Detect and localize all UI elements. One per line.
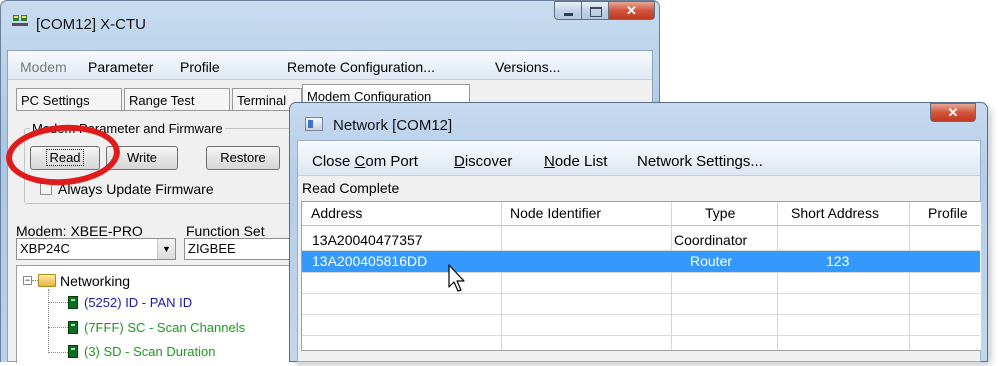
menu-node-list-accel: N: [544, 153, 555, 170]
network-window-icon: [305, 117, 323, 131]
column-header-profile[interactable]: Profile: [928, 203, 968, 225]
menu-remote-configuration[interactable]: Remote Configuration...: [287, 59, 435, 75]
xctu-menubar: Modem Parameter Profile Remote Configura…: [8, 51, 652, 80]
table-header-divider: [302, 225, 980, 226]
minimize-button[interactable]: [554, 1, 582, 20]
menu-network-settings-label: Network Settings...: [637, 153, 763, 170]
tab-pc-settings[interactable]: PC Settings: [16, 88, 122, 110]
maximize-button[interactable]: [582, 1, 609, 20]
cell-type: Coordinator: [674, 232, 748, 248]
table-column-divider: [671, 202, 672, 350]
column-header-short-address[interactable]: Short Address: [791, 203, 879, 225]
table-row-divider: [302, 335, 980, 336]
maximize-icon: [590, 7, 602, 17]
column-header-address[interactable]: Address: [311, 203, 362, 225]
tree-guide-line: [48, 302, 68, 303]
column-header-type[interactable]: Type: [705, 203, 735, 225]
menu-modem[interactable]: Modem: [20, 59, 67, 75]
xctu-window-controls: ✕: [554, 1, 655, 21]
cell-type: Router: [690, 253, 733, 269]
chevron-down-icon: ▼: [157, 239, 175, 259]
close-icon: ✕: [947, 104, 959, 120]
menu-close-com-port-accel: C: [354, 153, 366, 170]
function-set-label: Function Set: [186, 223, 265, 239]
table-row-divider: [302, 272, 980, 273]
table-column-divider: [909, 202, 910, 350]
menu-versions[interactable]: Versions...: [495, 59, 560, 75]
xctu-window-title: [COM12] X-CTU: [36, 16, 147, 33]
table-row[interactable]: 13A20040477357 Coordinator: [302, 229, 980, 250]
parameter-icon: [68, 296, 78, 309]
tab-range-test[interactable]: Range Test: [124, 88, 230, 110]
network-window-controls: ✕: [930, 103, 976, 123]
parameter-icon: [68, 345, 78, 358]
table-column-divider: [777, 202, 778, 350]
network-window-title: Network [COM12]: [333, 117, 453, 134]
tree-item-scan-channels[interactable]: (7FFF) SC - Scan Channels: [84, 320, 245, 335]
modem-select-value: XBP24C: [20, 241, 70, 256]
cell-address: 13A200405816DD: [312, 253, 428, 269]
cell-address: 13A20040477357: [312, 232, 423, 248]
parameter-icon: [68, 321, 78, 334]
modem-label: Modem: XBEE-PRO: [16, 223, 143, 239]
table-row[interactable]: 13A200405816DD Router 123: [302, 251, 980, 272]
node-table: [301, 201, 981, 351]
function-set-select-value: ZIGBEE: [188, 241, 236, 256]
xctu-app-icon: [12, 15, 28, 26]
menu-parameter[interactable]: Parameter: [88, 59, 153, 75]
table-row-divider: [302, 314, 980, 315]
tree-guide-line: [48, 352, 68, 353]
network-menubar: Close Com Port Discover Node List Networ…: [298, 141, 980, 176]
mouse-pointer-icon: [448, 264, 465, 292]
tree-folder-networking[interactable]: Networking: [60, 273, 130, 289]
tree-guide-line: [48, 327, 68, 328]
network-status-text: Read Complete: [302, 180, 400, 196]
network-window: Network [COM12] ✕ Close Com Port Discove…: [289, 102, 992, 366]
menu-discover-post: iscover: [464, 153, 513, 170]
function-set-select[interactable]: ZIGBEE: [184, 238, 294, 260]
column-header-node-identifier[interactable]: Node Identifier: [510, 203, 601, 225]
folder-icon: [38, 274, 56, 287]
modem-select[interactable]: XBP24C ▼: [16, 238, 176, 260]
menu-node-list-post: ode List: [554, 153, 608, 170]
close-button[interactable]: ✕: [609, 1, 655, 20]
menu-profile[interactable]: Profile: [180, 59, 220, 75]
tree-collapse-icon[interactable]: −: [23, 276, 32, 285]
menu-network-settings[interactable]: Network Settings...: [637, 153, 763, 170]
menu-discover-accel: D: [454, 153, 465, 170]
menu-close-com-port[interactable]: Close Com Port: [312, 153, 418, 170]
cell-short-address: 123: [826, 253, 850, 269]
table-column-divider: [501, 202, 502, 350]
tree-item-pan-id[interactable]: (5252) ID - PAN ID: [84, 295, 192, 310]
minimize-icon: [564, 13, 573, 16]
close-icon: ✕: [626, 2, 637, 18]
network-close-button[interactable]: ✕: [930, 103, 976, 122]
table-row-divider: [302, 293, 980, 294]
menu-close-com-port-post: om Port: [365, 153, 418, 170]
menu-discover[interactable]: Discover: [454, 153, 512, 170]
menu-node-list[interactable]: Node List: [544, 153, 607, 170]
tree-item-scan-duration[interactable]: (3) SD - Scan Duration: [84, 344, 216, 359]
tree-guide-line: [48, 289, 49, 353]
always-update-firmware-label: Always Update Firmware: [58, 181, 214, 197]
restore-button[interactable]: Restore: [206, 146, 280, 170]
menu-close-com-port-pre: Close: [312, 153, 355, 170]
